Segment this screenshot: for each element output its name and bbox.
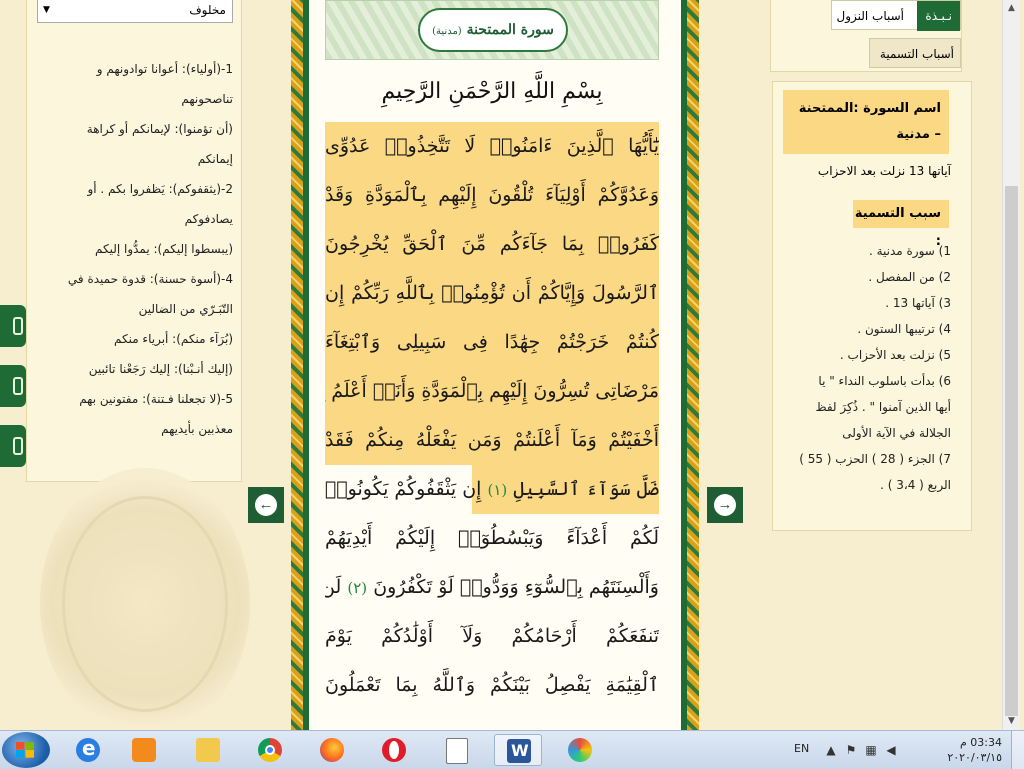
side-tab-1[interactable] [0,305,26,347]
network-icon[interactable]: ▦ [864,743,878,757]
fact-line: 6) بدأت باسلوب النداء " يا [818,374,951,388]
arrow-left-icon: ← [255,494,277,516]
verse-text: لَن [325,576,342,598]
side-tab-3[interactable] [0,425,26,467]
chevron-up-icon[interactable]: ▲ [824,743,838,757]
side-tabs [0,305,26,485]
basmala: بِسْمِ اللَّهِ الرَّحْمَنِ الرَّحِيمِ [381,79,603,104]
quran-encyclopedia-emblem [40,468,250,738]
tafsir-source-value: مخلوف [189,3,226,17]
fact-line: 7) الجزء ( 28 ) الحزب ( 55 ) [799,452,951,466]
tab-label: أسباب التسمية [879,47,954,61]
firefox-icon[interactable] [308,734,356,766]
verse-text: ضَلَّ سَوَآءَ ٱلسَّبِيلِ [513,478,659,500]
taskbar: EN ▲ ⚑ ▦ ◀ 03:34 م ٢٠٢٠/٠٣/١٥ [0,730,1024,769]
system-tray: EN ▲ ⚑ ▦ ◀ 03:34 م ٢٠٢٠/٠٣/١٥ [784,731,1024,769]
scroll-thumb[interactable] [1005,186,1018,716]
fact-line: الربع ( 3،4 ) . [880,478,951,492]
action-center-icon[interactable]: ⚑ [844,743,858,757]
fact-line: 2) من المفصل . [868,270,951,284]
verse-line[interactable]: تَنفَعَكُمْ أَرْحَامُكُمْ وَلَآ أَوْلَٰد… [325,612,659,661]
tab-label: أسباب النزول [836,9,904,23]
language-indicator[interactable]: EN [794,742,809,755]
verse-text: وَأَلْسِنَتَهُم بِٱلسُّوٓءِ وَوَدُّوا۟ ل… [373,576,659,598]
show-desktop-button[interactable] [1011,731,1024,769]
arrow-right-icon: → [714,494,736,516]
surah-name-heading: اسم السورة :الممتحنة – مدنية [783,90,949,154]
media-player-icon[interactable] [120,734,168,766]
chrome-icon[interactable] [246,734,294,766]
gloss-line: 5-(لا تجعلنا فـتنة): مفتونين بهم [79,392,233,406]
gloss-line: 1-(أولياء): أعوانا توادونهم و [96,62,233,76]
start-button[interactable] [2,732,50,768]
info-tabs: نـبـذة أسباب النزول أسباب التسمية [770,0,962,72]
scroll-up-arrow-icon[interactable]: ▲ [1003,0,1020,17]
surah-title: سورة الممتحنة (مدنية) [418,8,568,52]
verse-line[interactable]: كَفَرُوا۟ بِمَا جَآءَكُم مِّنَ ٱلْحَقِّ … [325,220,659,269]
gloss-line: يصادفوكم [184,212,233,226]
file-explorer-icon[interactable] [184,734,232,766]
gloss-panel: مخلوف ▼ 1-(أولياء): أعوانا توادونهم و تن… [26,0,242,482]
naming-heading: سبب التسمية : [853,200,949,249]
surah-name: سورة الممتحنة [466,22,554,38]
gloss-line: التّبَـرّي من الضالين [138,302,233,316]
mushaf-frame: سورة الممتحنة (مدنية) بِسْمِ اللَّهِ الر… [291,0,699,730]
gloss-line: (بُرَآء منكم): أبرياء منكم [113,332,233,346]
vertical-scrollbar[interactable]: ▲ ▼ [1002,0,1020,730]
gloss-line: تناصحونهم [181,92,233,106]
verse-line[interactable]: كُنتُمْ خَرَجْتُمْ جِهَٰدًا فِى سَبِيلِى… [325,318,659,367]
paint-icon[interactable] [556,734,604,766]
gloss-line: 4-(أسوة حسنة): قدوة حميدة في [67,272,233,286]
chevron-down-icon: ▼ [43,5,50,15]
tab-overview[interactable]: نـبـذة [917,1,960,31]
surah-banner: سورة الممتحنة (مدنية) [325,0,659,60]
verse-line[interactable]: لَكُمْ أَعْدَآءً وَيَبْسُطُوٓا۟ إِلَيْكُ… [325,514,659,563]
surah-info-panel: اسم السورة :الممتحنة – مدنية آياتها 13 ن… [772,81,972,531]
gloss-list: 1-(أولياء): أعوانا توادونهم و تناصحونهم … [35,54,233,444]
verse-line[interactable]: ٱلْقِيَٰمَةِ يَفْصِلُ بَيْنَكُمْ وَٱللَّ… [325,661,659,710]
gloss-line: 2-(يثقفوكم): يَظفروا بكم . أو [87,182,233,196]
internet-explorer-icon[interactable] [64,734,112,766]
tab-causes-of-revelation[interactable]: نـبـذة أسباب النزول [831,0,961,31]
verse-text: إِن يَثْقَفُوكُمْ يَكُونُوا۟ [325,478,482,500]
gloss-line: (يبسطوا إليكم): يمدُّوا إليكم [94,242,233,256]
ayah-number: (٢) [347,579,368,597]
document-viewer-icon[interactable] [432,734,480,766]
gloss-line: (إليك أنـبْنا): إليك رَجَعْنا تائبين [88,362,233,376]
verse-line[interactable]: ٱلرَّسُولَ وَإِيَّاكُمْ أَن تُؤْمِنُوا۟ … [325,269,659,318]
surah-type: (مدنية) [432,26,462,37]
mushaf-page: سورة الممتحنة (مدنية) بِسْمِ اللَّهِ الر… [309,0,681,730]
previous-page-button[interactable]: ← [248,487,284,523]
opera-icon[interactable] [370,734,418,766]
ayah-number: (١) [487,481,508,499]
gloss-line: معذبين بأيديهم [161,422,233,436]
fact-line: 3) آياتها 13 . [885,296,951,310]
verse-line[interactable]: وَعَدُوَّكُمْ أَوْلِيَآءَ تُلْقُونَ إِلَ… [325,171,659,220]
fact-line: 5) نزلت بعد الأحزاب . [839,348,951,362]
gloss-line: (أن تؤمنوا): لإيمانكم أو كراهة [86,122,233,136]
fact-line: 4) ترتيبها الستون . [857,322,951,336]
verses: يَٰٓأَيُّهَا ٱلَّذِينَ ءَامَنُوا۟ لَا تَ… [325,122,659,710]
word-icon[interactable] [494,734,542,766]
verse-line[interactable]: وَأَلْسِنَتَهُم بِٱلسُّوٓءِ وَوَدُّوا۟ ل… [325,563,659,612]
gloss-line: إيمانكم [197,152,233,166]
side-tab-2[interactable] [0,365,26,407]
fact-line: 1) سورة مدنية . [868,244,951,258]
verse-line[interactable]: أَخْفَيْتُمْ وَمَآ أَعْلَنتُمْ وَمَن يَف… [325,416,659,465]
verse-line[interactable]: يَٰٓأَيُّهَا ٱلَّذِينَ ءَامَنُوا۟ لَا تَ… [325,122,659,171]
clock-time[interactable]: 03:34 م [960,736,1002,749]
verse-line[interactable]: مَرْضَاتِى تُسِرُّونَ إِلَيْهِم بِٱلْمَو… [325,367,659,416]
fact-line: الجلالة في الآية الأولى [842,426,951,440]
verse-line[interactable]: ضَلَّ سَوَآءَ ٱلسَّبِيلِ (١) إِن يَثْقَف… [325,465,659,514]
surah-facts: 1) سورة مدنية . 2) من المفصل . 3) آياتها… [781,238,951,498]
volume-icon[interactable]: ◀ [884,743,898,757]
fact-line: أيها الذين آمنوا " . ذُكِرَ لفظ [815,400,951,414]
tab-naming-reasons[interactable]: أسباب التسمية [869,38,961,68]
ayat-count: آياتها 13 نزلت بعد الاحزاب [817,164,951,178]
clock-date[interactable]: ٢٠٢٠/٠٣/١٥ [947,751,1002,764]
next-page-button[interactable]: → [707,487,743,523]
scroll-down-arrow-icon[interactable]: ▼ [1003,713,1020,730]
tafsir-source-select[interactable]: مخلوف ▼ [37,0,233,23]
mushaf-border: سورة الممتحنة (مدنية) بِسْمِ اللَّهِ الر… [303,0,687,730]
